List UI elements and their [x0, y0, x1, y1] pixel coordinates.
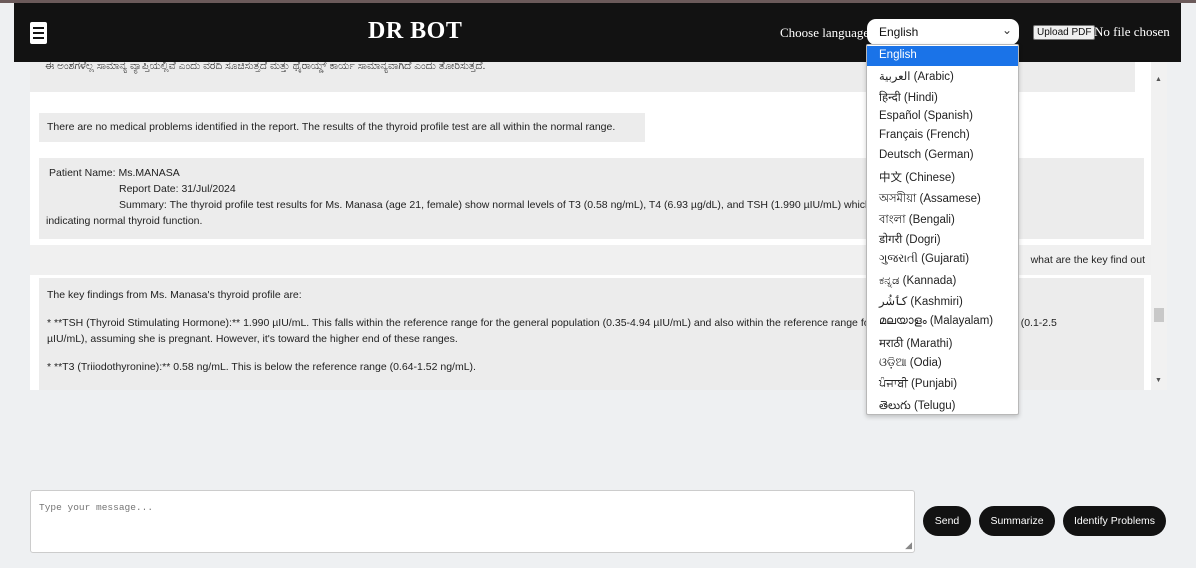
message-input[interactable]: Type your message... ◢: [30, 490, 915, 553]
language-option[interactable]: ಕನ್ನಡ (Kannada): [867, 272, 1018, 292]
language-option[interactable]: ગુજરાતી (Gujarati): [867, 250, 1018, 270]
language-option[interactable]: മലയാളം (Malayalam): [867, 312, 1018, 332]
scroll-down-arrow-icon[interactable]: ▼: [1155, 377, 1162, 384]
language-select-value: English: [879, 25, 919, 39]
chevron-down-icon: ⌄: [1001, 23, 1012, 37]
file-status: No file chosen: [1094, 24, 1170, 39]
app-title: DR BOT: [368, 18, 463, 44]
scrollbar-thumb[interactable]: [1154, 308, 1164, 322]
language-select[interactable]: English ⌄: [867, 19, 1019, 45]
send-button[interactable]: Send: [923, 506, 971, 536]
bot-message-text: There are no medical problems identified…: [47, 121, 616, 133]
summarize-button[interactable]: Summarize: [979, 506, 1055, 536]
chat-scrollbar[interactable]: ▲ ▼: [1151, 62, 1167, 390]
language-option[interactable]: Français (French): [867, 126, 1018, 146]
language-option[interactable]: डोगरी (Dogri): [867, 229, 1018, 249]
language-option[interactable]: العربية (Arabic): [867, 66, 1018, 86]
scroll-up-arrow-icon[interactable]: ▲: [1155, 76, 1162, 83]
language-option[interactable]: کٲشُر (Kashmiri): [867, 291, 1018, 311]
language-option[interactable]: ਪੰਜਾਬੀ (Punjabi): [867, 375, 1018, 395]
language-option[interactable]: ଓଡ଼ିଆ (Odia): [867, 354, 1018, 374]
language-option[interactable]: मराठी (Marathi): [867, 333, 1018, 353]
language-option[interactable]: অসমীয়া (Assamese): [867, 187, 1018, 207]
bot-message: There are no medical problems identified…: [39, 113, 645, 142]
language-option[interactable]: Deutsch (German): [867, 146, 1018, 166]
language-dropdown-list[interactable]: English العربية (Arabic) हिन्दी (Hindi) …: [866, 44, 1019, 415]
resize-grip-icon[interactable]: ◢: [905, 540, 912, 551]
hamburger-menu-icon[interactable]: [30, 22, 47, 44]
language-option[interactable]: 中文 (Chinese): [867, 166, 1018, 186]
message-input-placeholder: Type your message...: [39, 502, 154, 513]
language-option[interactable]: English: [867, 46, 1018, 66]
upload-pdf-button[interactable]: Upload PDF: [1033, 25, 1096, 40]
identify-problems-button[interactable]: Identify Problems: [1063, 506, 1166, 536]
language-option[interactable]: Español (Spanish): [867, 107, 1018, 127]
user-message-text: what are the key find out: [1030, 254, 1145, 266]
language-option[interactable]: हिन्दी (Hindi): [867, 87, 1018, 107]
language-option[interactable]: বাংলা (Bengali): [867, 208, 1018, 228]
language-option[interactable]: తెలుగు (Telugu): [867, 396, 1018, 416]
language-label: Choose language:: [780, 25, 873, 40]
